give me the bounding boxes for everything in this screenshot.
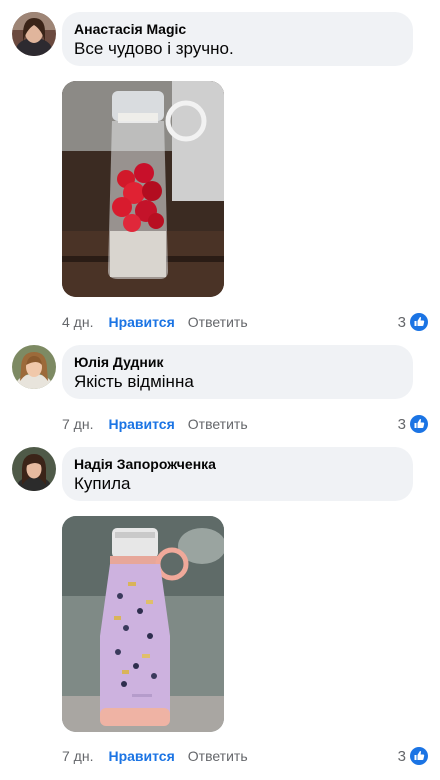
avatar[interactable] bbox=[12, 12, 56, 56]
comment-bubble: Юлія Дудник Якість відмінна bbox=[62, 345, 413, 399]
comment-author[interactable]: Юлія Дудник bbox=[74, 353, 401, 371]
reaction-count: 3 bbox=[397, 313, 406, 331]
comment-text: Купила bbox=[74, 474, 131, 493]
comment-time[interactable]: 7 дн. bbox=[62, 748, 93, 764]
comment-time[interactable]: 7 дн. bbox=[62, 416, 93, 432]
comment-photo[interactable] bbox=[62, 516, 224, 732]
comment-text: Все чудово і зручно. bbox=[74, 39, 234, 58]
comment-photo[interactable] bbox=[62, 81, 224, 297]
comment-author[interactable]: Надія Запорожченка bbox=[74, 455, 401, 473]
comment-actions: 7 дн. Нравится Ответить bbox=[62, 414, 248, 434]
comment-author[interactable]: Анастасія Magic bbox=[74, 20, 401, 38]
comments-feed: Анастасія Magic Все чудово і зручно. 4 д… bbox=[0, 0, 440, 780]
avatar[interactable] bbox=[12, 345, 56, 389]
reaction-summary[interactable]: 3 bbox=[398, 312, 428, 332]
comment-bubble: Надія Запорожченка Купила bbox=[62, 447, 413, 501]
reaction-summary[interactable]: 3 bbox=[398, 746, 428, 766]
like-reaction-icon bbox=[410, 747, 428, 765]
like-reaction-icon bbox=[410, 313, 428, 331]
avatar[interactable] bbox=[12, 447, 56, 491]
comment-text: Якість відмінна bbox=[74, 372, 194, 391]
reaction-summary[interactable]: 3 bbox=[398, 414, 428, 434]
reaction-count: 3 bbox=[397, 415, 406, 433]
reaction-count: 3 bbox=[397, 747, 406, 765]
reply-button[interactable]: Ответить bbox=[188, 416, 248, 432]
like-button[interactable]: Нравится bbox=[108, 748, 174, 764]
comment-bubble: Анастасія Magic Все чудово і зручно. bbox=[62, 12, 413, 66]
like-button[interactable]: Нравится bbox=[108, 416, 174, 432]
like-reaction-icon bbox=[410, 415, 428, 433]
comment-actions: 7 дн. Нравится Ответить bbox=[62, 746, 248, 766]
comment-time[interactable]: 4 дн. bbox=[62, 314, 93, 330]
reply-button[interactable]: Ответить bbox=[188, 748, 248, 764]
like-button[interactable]: Нравится bbox=[108, 314, 174, 330]
reply-button[interactable]: Ответить bbox=[188, 314, 248, 330]
comment-actions: 4 дн. Нравится Ответить bbox=[62, 312, 248, 332]
